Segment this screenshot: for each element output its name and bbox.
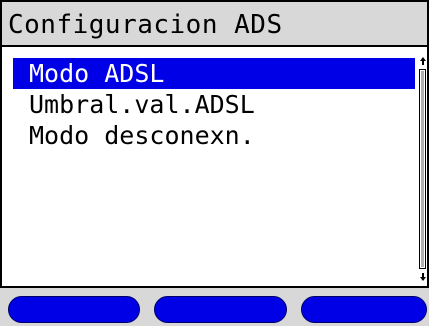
menu-item-modo-desconexion[interactable]: Modo desconexn. — [13, 120, 415, 151]
title-bar: Configuracion ADS — [2, 2, 427, 47]
softkey-2-button[interactable] — [154, 296, 287, 323]
menu-item-umbral-val-adsl[interactable]: Umbral.val.ADSL — [13, 89, 415, 120]
menu-item-label: Modo desconexn. — [29, 121, 255, 150]
menu-item-modo-adsl[interactable]: Modo ADSL — [13, 58, 415, 89]
arrow-down-icon[interactable] — [420, 273, 426, 281]
softkey-1-button[interactable] — [8, 296, 140, 323]
scroll-track[interactable] — [419, 69, 426, 269]
scrollbar[interactable] — [417, 57, 429, 281]
menu-list: Modo ADSL Umbral.val.ADSL Modo desconexn… — [13, 58, 415, 151]
page-title: Configuracion ADS — [8, 9, 283, 40]
scroll-thumb[interactable] — [421, 71, 424, 267]
softkey-3-button[interactable] — [301, 296, 427, 323]
softkey-bar — [0, 286, 429, 326]
arrow-up-icon[interactable] — [420, 57, 426, 65]
menu-item-label: Umbral.val.ADSL — [29, 90, 255, 119]
device-screen: Configuracion ADS Modo ADSL Umbral.val.A… — [0, 0, 429, 326]
menu-item-label: Modo ADSL — [29, 59, 165, 88]
